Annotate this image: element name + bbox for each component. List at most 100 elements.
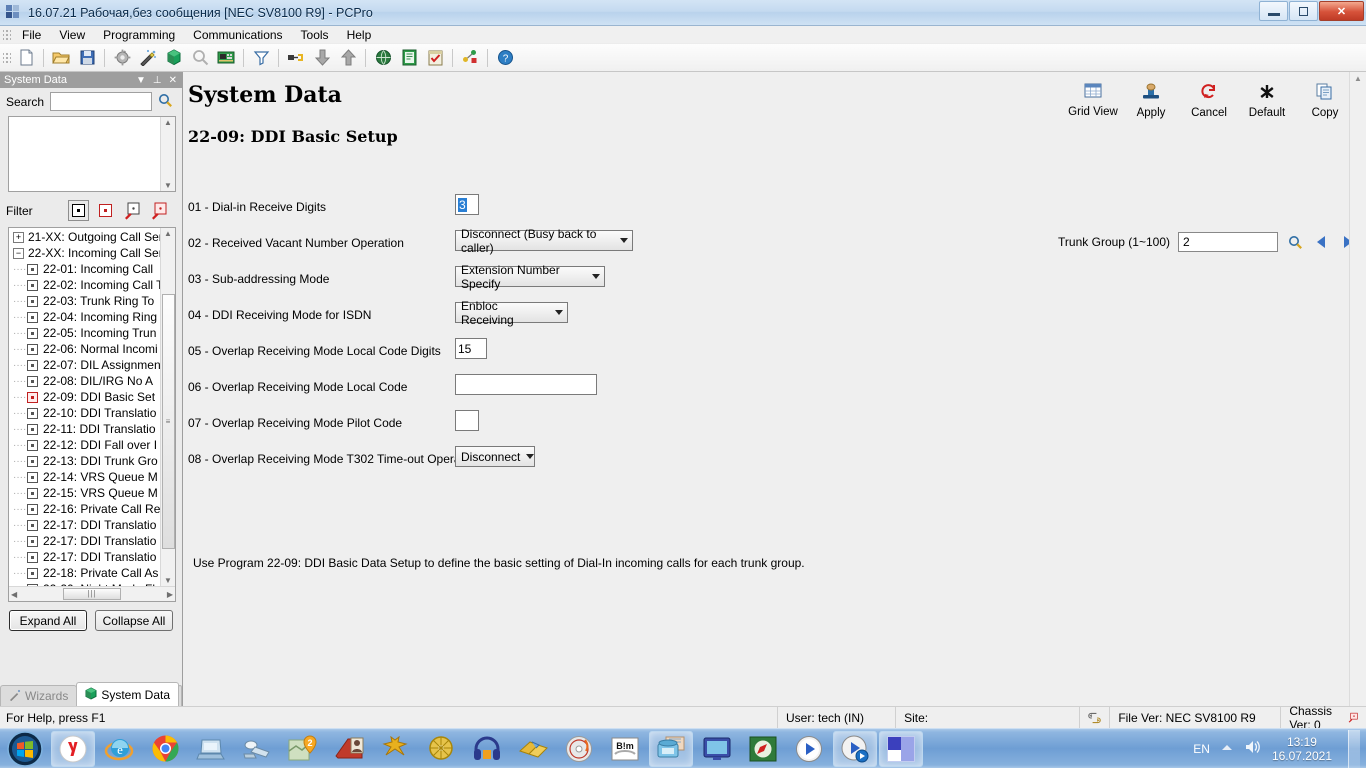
tree-leaf-item[interactable]: ···· 22-09: DDI Basic Set — [9, 389, 160, 405]
connect-icon[interactable] — [284, 46, 308, 70]
wizard-wand-icon[interactable] — [136, 46, 160, 70]
tree-scroll-thumb[interactable]: ≡ — [161, 294, 175, 549]
taskbar-winrar[interactable] — [511, 731, 555, 767]
open-icon[interactable] — [49, 46, 73, 70]
settings-gear-icon[interactable] — [110, 46, 134, 70]
tree-leaf-item[interactable]: ···· 22-04: Incoming Ring — [9, 309, 160, 325]
collapse-node-icon[interactable]: − — [13, 247, 24, 259]
tree-leaf-item[interactable]: ···· 22-02: Incoming Call T — [9, 277, 160, 293]
maximize-button[interactable] — [1289, 1, 1318, 21]
chevron-down-icon[interactable]: ▼ — [136, 75, 146, 86]
default-button[interactable]: Default — [1238, 76, 1296, 120]
menu-item-view[interactable]: View — [50, 27, 94, 43]
apply-button[interactable]: Apply — [1122, 76, 1180, 120]
checklist-icon[interactable] — [423, 46, 447, 70]
menu-item-communications[interactable]: Communications — [184, 27, 291, 43]
network-icon[interactable] — [458, 46, 482, 70]
tree-node-checkbox[interactable] — [27, 375, 38, 387]
tree-node-checkbox[interactable] — [27, 311, 38, 323]
tree-scroll-left-icon[interactable]: ◀ — [11, 590, 17, 599]
tree-node-checkbox[interactable] — [27, 263, 38, 275]
collapse-all-button[interactable]: Collapse All — [95, 610, 173, 631]
pin-icon[interactable]: ⊥ — [153, 75, 162, 86]
save-icon[interactable] — [75, 46, 99, 70]
language-indicator[interactable]: EN — [1193, 742, 1210, 756]
tree-node-checkbox[interactable] — [27, 407, 38, 419]
field-text-input[interactable]: 3 — [455, 194, 479, 215]
close-icon[interactable]: ✕ — [169, 75, 177, 86]
tree-node-checkbox[interactable] — [27, 343, 38, 355]
tree-leaf-item[interactable]: ···· 22-17: DDI Translatio — [9, 549, 160, 565]
filter-changed-button[interactable] — [95, 200, 116, 221]
grid-view-button[interactable]: Grid View — [1064, 76, 1122, 120]
menu-item-programming[interactable]: Programming — [94, 27, 184, 43]
taskbar-scanner[interactable] — [189, 731, 233, 767]
tree-leaf-item[interactable]: ···· 22-14: VRS Queue M — [9, 469, 160, 485]
taskbar-maps-2gis[interactable]: 2 — [281, 731, 325, 767]
tree-leaf-item[interactable]: ···· 22-15: VRS Queue M — [9, 485, 160, 501]
tree-node-checkbox[interactable] — [27, 519, 38, 531]
tree-leaf-item[interactable]: ···· 22-07: DIL Assignmen — [9, 357, 160, 373]
tree-node-checkbox[interactable] — [27, 567, 38, 579]
taskbar-fax-printer[interactable] — [235, 731, 279, 767]
upload-icon[interactable] — [336, 46, 360, 70]
chevron-down-icon[interactable] — [592, 274, 600, 279]
close-button[interactable]: ✕ — [1319, 1, 1364, 21]
tree-node-checkbox[interactable] — [27, 295, 38, 307]
tree-scroll-right-icon[interactable]: ▶ — [167, 590, 173, 599]
tree-node-checkbox[interactable] — [27, 471, 38, 483]
taskbar-gold-wheel[interactable] — [419, 731, 463, 767]
filter-icon[interactable] — [249, 46, 273, 70]
tree-leaf-item[interactable]: ···· 22-11: DDI Translatio — [9, 421, 160, 437]
expand-node-icon[interactable]: + — [13, 231, 24, 243]
tree-leaf-item[interactable]: ···· 22-05: Incoming Trun — [9, 325, 160, 341]
show-hidden-icon[interactable] — [1220, 742, 1234, 756]
field-dropdown[interactable]: Disconnect — [455, 446, 535, 467]
tree-horizontal-scrollbar[interactable]: ◀ ||| ▶ — [9, 586, 175, 601]
field-dropdown[interactable]: Disconnect (Busy back to caller) — [455, 227, 633, 255]
expand-all-button[interactable]: Expand All — [9, 610, 87, 631]
system-data-cube-icon[interactable] — [162, 46, 186, 70]
hardware-card-icon[interactable] — [214, 46, 238, 70]
taskbar-google-chrome[interactable] — [143, 731, 187, 767]
tree-leaf-item[interactable]: ···· 22-13: DDI Trunk Gro — [9, 453, 160, 469]
globe-icon[interactable] — [371, 46, 395, 70]
tree-node-checkbox[interactable] — [27, 455, 38, 467]
search-results-list[interactable]: ▲ ▼ — [8, 116, 176, 192]
taskbar-remote-desktop[interactable] — [695, 731, 739, 767]
filter-all-button[interactable] — [68, 200, 89, 221]
tree-leaf-item[interactable]: ···· 22-17: DDI Translatio — [9, 533, 160, 549]
tree-node-checkbox[interactable] — [27, 423, 38, 435]
content-vertical-scrollbar[interactable]: ▲ — [1349, 72, 1366, 706]
field-text-input[interactable] — [455, 410, 479, 431]
search-input[interactable] — [50, 92, 153, 111]
field-text-input[interactable]: 15 — [455, 338, 487, 359]
tree-vertical-scrollbar[interactable]: ▲ ≡ ▼ — [160, 228, 175, 586]
chevron-down-icon[interactable] — [555, 310, 563, 315]
filter-assigned-button[interactable] — [122, 200, 143, 221]
new-icon[interactable] — [14, 46, 38, 70]
taskbar-pcpro-phone[interactable] — [649, 730, 693, 767]
taskbar-yandex-browser[interactable] — [51, 730, 95, 767]
tree-node-checkbox[interactable] — [27, 359, 38, 371]
report-icon[interactable] — [397, 46, 421, 70]
tree-group-item[interactable]: +21-XX: Outgoing Call Serv — [9, 229, 160, 245]
tree-node-checkbox[interactable] — [27, 391, 38, 403]
taskbar-blm-app[interactable]: B!m — [603, 731, 647, 767]
tree-leaf-item[interactable]: ···· 22-12: DDI Fall over I — [9, 437, 160, 453]
tree-scroll-down-icon[interactable]: ▼ — [164, 575, 172, 586]
tree-leaf-item[interactable]: ···· 22-01: Incoming Call — [9, 261, 160, 277]
tree-scroll-up-icon[interactable]: ▲ — [164, 228, 172, 239]
tree-leaf-item[interactable]: ···· 22-17: DDI Translatio — [9, 517, 160, 533]
tree-leaf-item[interactable]: ···· 22-03: Trunk Ring To — [9, 293, 160, 309]
taskbar-media-player-2[interactable] — [833, 730, 877, 767]
field-dropdown[interactable]: Extension Number Specify — [455, 263, 605, 291]
chevron-down-icon[interactable] — [526, 454, 535, 459]
field-dropdown[interactable]: Enbloc Receiving — [455, 299, 568, 327]
tree-node-checkbox[interactable] — [27, 487, 38, 499]
copy-button[interactable]: Copy — [1296, 76, 1354, 120]
taskbar-clock[interactable]: 13:19 16.07.2021 — [1272, 735, 1332, 763]
taskbar-nero-burning[interactable] — [557, 731, 601, 767]
chevron-down-icon[interactable] — [620, 238, 628, 243]
taskbar-eagle-app[interactable] — [373, 731, 417, 767]
